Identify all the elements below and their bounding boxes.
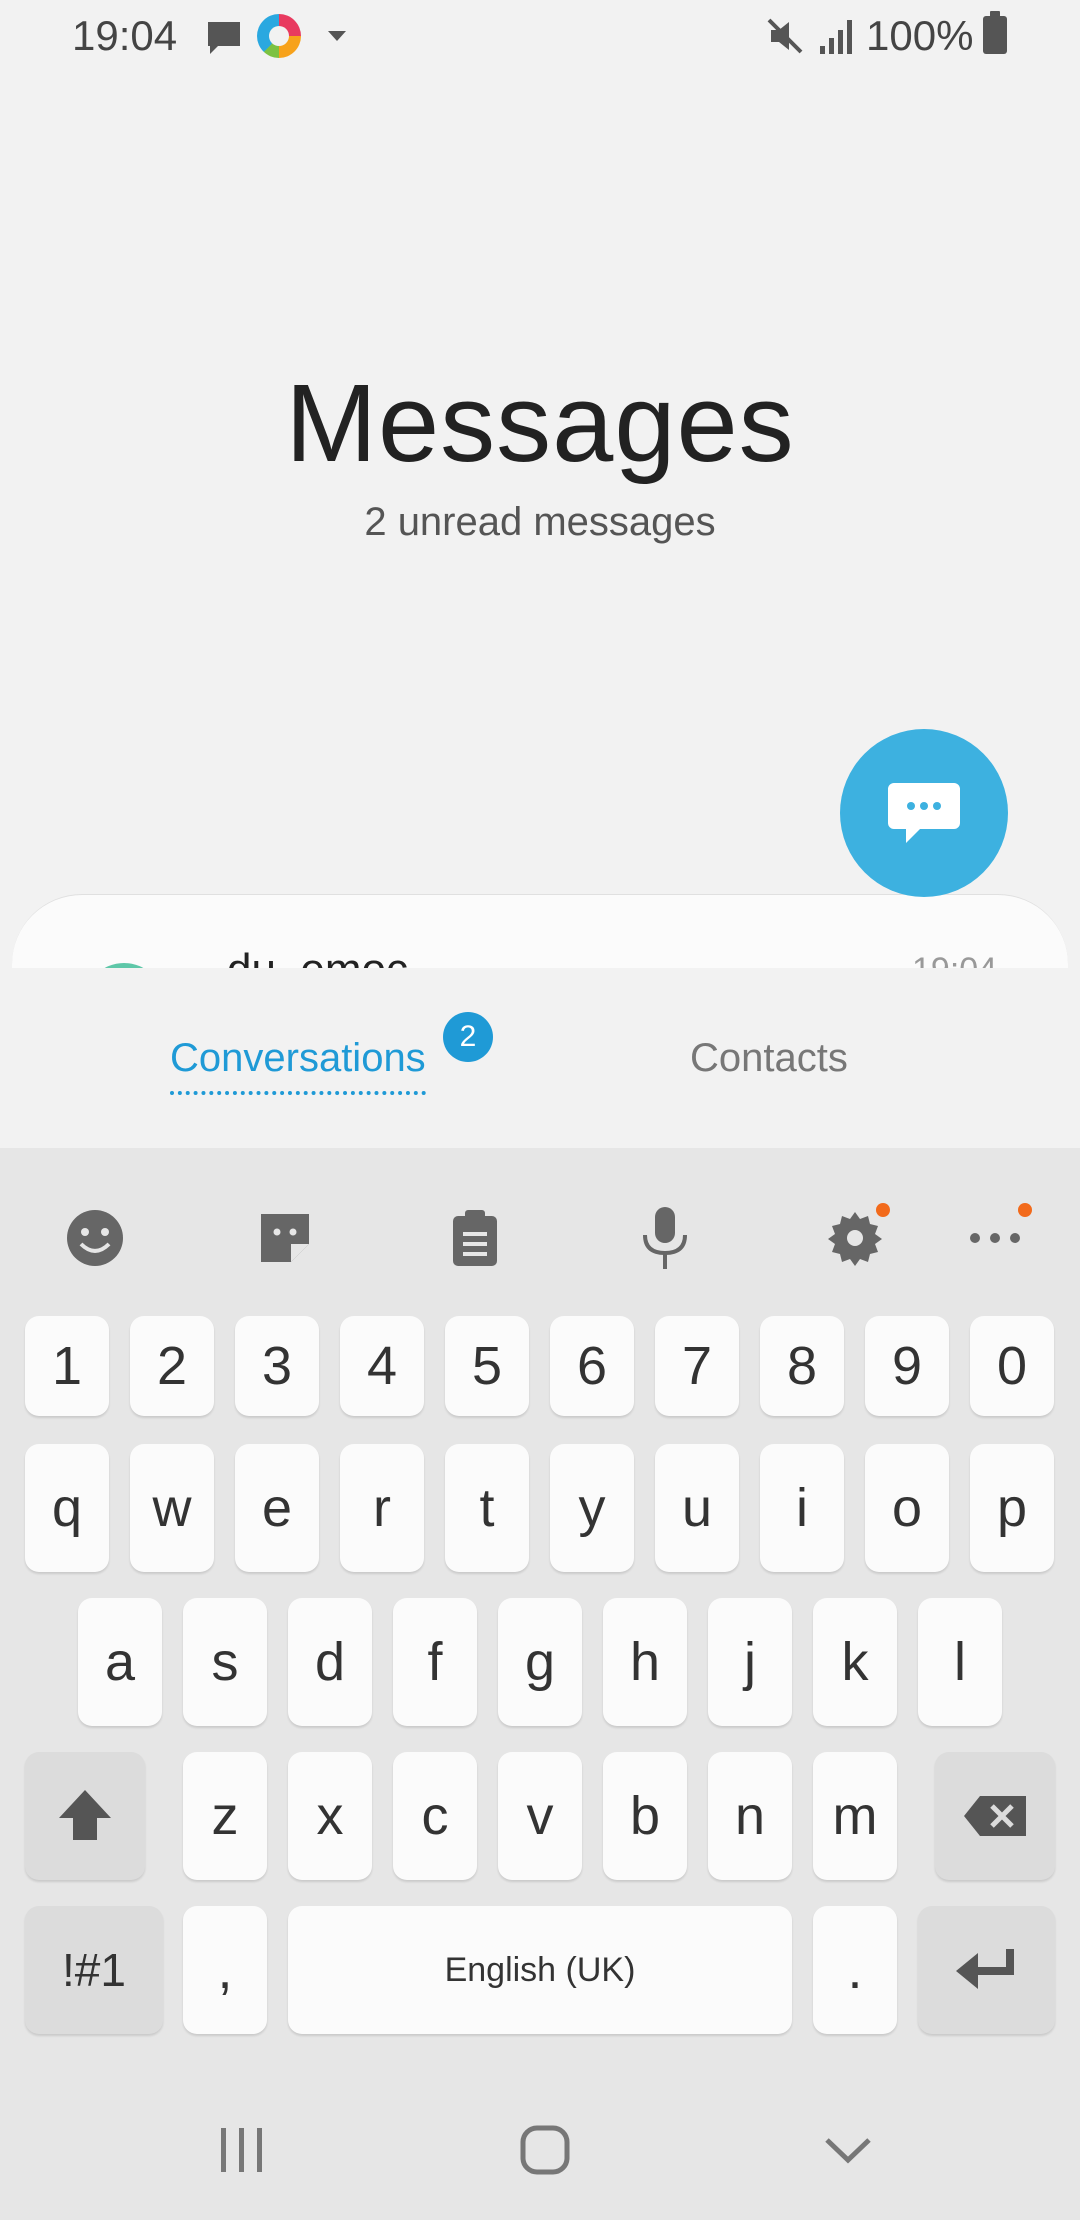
enter-icon [955, 1949, 1014, 1989]
battery-percent: 100% [866, 12, 974, 59]
settings-icon[interactable] [815, 1198, 895, 1278]
comma-key[interactable]: , [183, 1906, 267, 2034]
conversation-name: du_emoc [227, 945, 408, 968]
backspace-key[interactable] [935, 1752, 1055, 1880]
key-d[interactable]: d [288, 1598, 372, 1726]
key-1[interactable]: 1 [25, 1316, 109, 1416]
page-title: Messages [285, 362, 795, 485]
compose-button[interactable] [840, 729, 1008, 897]
key-w[interactable]: w [130, 1444, 214, 1572]
mute-icon [765, 16, 805, 61]
key-f[interactable]: f [393, 1598, 477, 1726]
key-x[interactable]: x [288, 1752, 372, 1880]
key-3[interactable]: 3 [235, 1316, 319, 1416]
conversation-list[interactable]: du_emoc 19:04 [12, 894, 1068, 968]
symbols-key[interactable]: !#1 [25, 1906, 163, 2034]
expand-caret-icon [328, 31, 346, 41]
key-i[interactable]: i [760, 1444, 844, 1572]
tab-conversations[interactable]: Conversations [170, 1036, 426, 1095]
key-7[interactable]: 7 [655, 1316, 739, 1416]
key-5[interactable]: 5 [445, 1316, 529, 1416]
status-time: 19:04 [72, 12, 178, 59]
unread-badge: 2 [443, 1012, 493, 1062]
home-icon[interactable] [515, 2120, 575, 2180]
sticker-icon[interactable] [245, 1198, 325, 1278]
settings-notification-dot [876, 1203, 890, 1217]
chat-bubble-icon [888, 783, 960, 843]
recent-apps-icon[interactable] [212, 2120, 272, 2180]
key-e[interactable]: e [235, 1444, 319, 1572]
clipboard-icon[interactable] [435, 1198, 515, 1278]
key-a[interactable]: a [78, 1598, 162, 1726]
shift-icon [59, 1790, 111, 1840]
microphone-icon[interactable] [625, 1198, 705, 1278]
key-h[interactable]: h [603, 1598, 687, 1726]
key-o[interactable]: o [865, 1444, 949, 1572]
more-icon[interactable] [955, 1198, 1035, 1278]
unread-count: 2 unread messages [364, 500, 716, 544]
key-r[interactable]: r [340, 1444, 424, 1572]
keyboard: 1 2 3 4 5 6 7 8 9 0 q w e r t y u i o p … [0, 1148, 1080, 2080]
status-bar: 19:04 100% [0, 0, 1080, 72]
key-4[interactable]: 4 [340, 1316, 424, 1416]
hide-keyboard-icon[interactable] [815, 2120, 881, 2180]
key-k[interactable]: k [813, 1598, 897, 1726]
conversation-time: 19:04 [912, 951, 997, 968]
key-9[interactable]: 9 [865, 1316, 949, 1416]
space-key[interactable]: English (UK) [288, 1906, 792, 2034]
key-p[interactable]: p [970, 1444, 1054, 1572]
key-t[interactable]: t [445, 1444, 529, 1572]
key-2[interactable]: 2 [130, 1316, 214, 1416]
navigation-bar [0, 2080, 1080, 2220]
key-n[interactable]: n [708, 1752, 792, 1880]
key-6[interactable]: 6 [550, 1316, 634, 1416]
message-notification-icon [204, 18, 244, 63]
shift-key[interactable] [25, 1752, 145, 1880]
key-0[interactable]: 0 [970, 1316, 1054, 1416]
period-key[interactable]: . [813, 1906, 897, 2034]
key-z[interactable]: z [183, 1752, 267, 1880]
backspace-icon [964, 1796, 1026, 1836]
key-g[interactable]: g [498, 1598, 582, 1726]
battery-icon [983, 11, 1007, 54]
key-v[interactable]: v [498, 1752, 582, 1880]
bottom-tabs: Conversations 2 Contacts [0, 968, 1080, 1148]
key-j[interactable]: j [708, 1598, 792, 1726]
signal-icon [818, 16, 858, 61]
key-l[interactable]: l [918, 1598, 1002, 1726]
more-notification-dot [1018, 1203, 1032, 1217]
key-c[interactable]: c [393, 1752, 477, 1880]
app-notification-icon [257, 14, 301, 58]
key-s[interactable]: s [183, 1598, 267, 1726]
key-y[interactable]: y [550, 1444, 634, 1572]
key-q[interactable]: q [25, 1444, 109, 1572]
key-b[interactable]: b [603, 1752, 687, 1880]
key-8[interactable]: 8 [760, 1316, 844, 1416]
key-m[interactable]: m [813, 1752, 897, 1880]
keyboard-toolbar [0, 1148, 1080, 1318]
emoji-icon[interactable] [55, 1198, 135, 1278]
key-u[interactable]: u [655, 1444, 739, 1572]
tab-contacts[interactable]: Contacts [690, 1036, 848, 1081]
enter-key[interactable] [918, 1906, 1055, 2034]
